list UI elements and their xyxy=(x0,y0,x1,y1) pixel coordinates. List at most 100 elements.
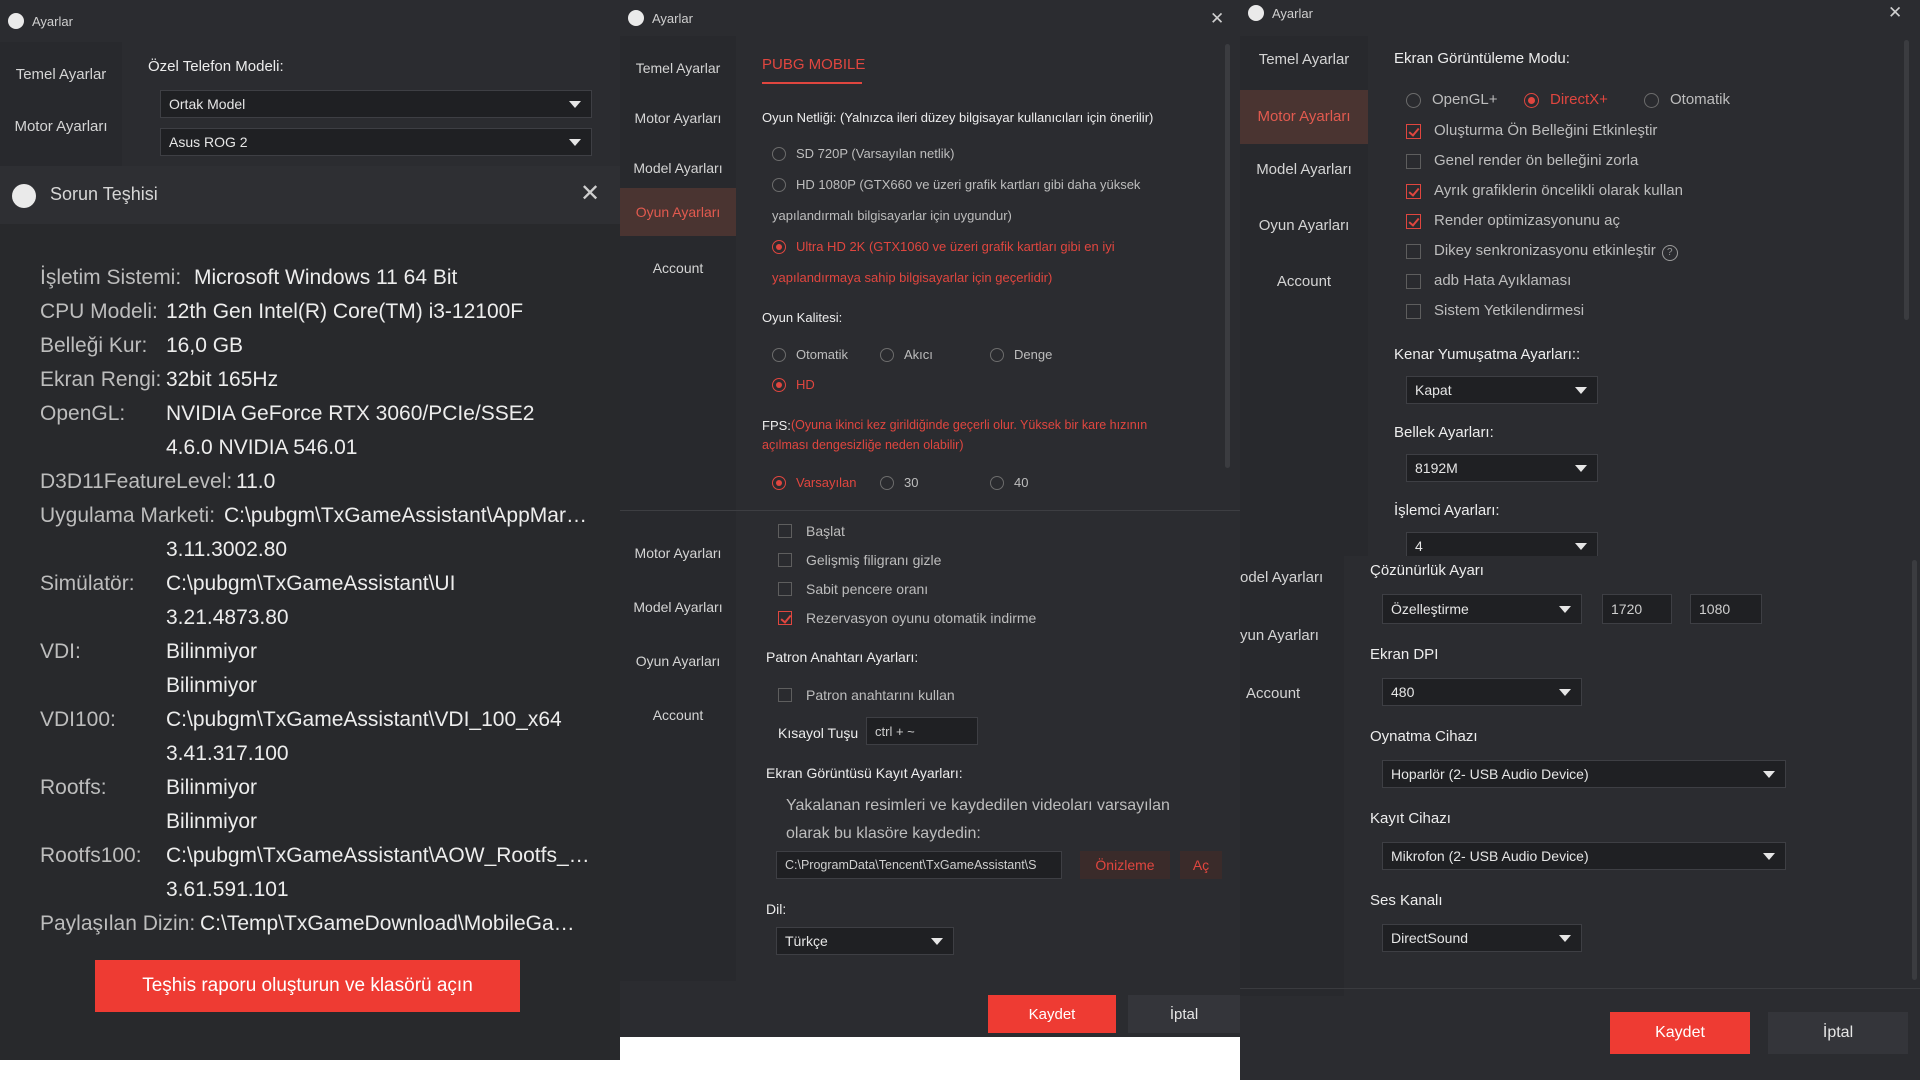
sysauth-checkbox[interactable] xyxy=(1406,304,1421,319)
open-button[interactable]: Aç xyxy=(1180,851,1222,879)
quality-smooth-label: Akıcı xyxy=(904,347,933,362)
quality-hd-radio[interactable] xyxy=(772,378,786,392)
watermark-checkbox[interactable] xyxy=(778,553,792,567)
sidebar-item-account[interactable]: Account xyxy=(620,695,736,735)
rootfs-version: Bilinmiyor xyxy=(166,810,258,833)
chevron-down-icon xyxy=(1559,935,1571,942)
fps-40-label: 40 xyxy=(1014,475,1029,490)
settings-panel-game: Ayarlar ✕ Temel Ayarlar Motor Ayarları M… xyxy=(620,0,1240,510)
scrollbar[interactable] xyxy=(1904,40,1909,320)
start-checkbox[interactable] xyxy=(778,524,792,538)
chevron-down-icon xyxy=(1575,543,1587,550)
save-button[interactable]: Kaydet xyxy=(1610,1012,1750,1054)
sidebar-item-account[interactable]: Account xyxy=(1240,674,1344,714)
color-value: 32bit 165Hz xyxy=(166,368,279,391)
sidebar-item-temel[interactable]: Temel Ayarlar xyxy=(1240,40,1368,80)
sidebar-item-motor[interactable]: Motor Ayarları xyxy=(620,533,736,573)
hotkey-input[interactable]: ctrl + ~ xyxy=(866,717,978,745)
render-auto-radio[interactable] xyxy=(1644,93,1659,108)
quality-balance-radio[interactable] xyxy=(990,348,1004,362)
render-directx-radio[interactable] xyxy=(1524,93,1539,108)
discrete-gpu-checkbox[interactable] xyxy=(1406,184,1421,199)
force-cache-label: Genel render ön belleğini zorla xyxy=(1434,152,1639,169)
resolution-select[interactable]: Özelleştirme xyxy=(1382,594,1582,624)
sidebar-item-temel[interactable]: Temel Ayarlar xyxy=(0,60,122,90)
memory-label: Bellek Ayarları: xyxy=(1394,424,1494,441)
sidebar-item-oyun[interactable]: Oyun Ayarları xyxy=(1240,206,1368,246)
memory-select[interactable]: 8192M xyxy=(1406,454,1598,482)
dpi-select[interactable]: 480 xyxy=(1382,678,1582,706)
sidebar-item-temel[interactable]: Temel Ayarlar xyxy=(620,48,736,88)
fixed-ratio-checkbox[interactable] xyxy=(778,582,792,596)
boss-key-checkbox[interactable] xyxy=(778,688,792,702)
phone-model-label: Özel Telefon Modeli: xyxy=(148,58,284,75)
sidebar-item-model[interactable]: Model Ayarları xyxy=(1240,150,1368,190)
quality-smooth-radio[interactable] xyxy=(880,348,894,362)
prebuffer-checkbox[interactable] xyxy=(1406,124,1421,139)
ram-value: 16,0 GB xyxy=(166,334,244,357)
res-hd-radio[interactable] xyxy=(772,178,786,192)
scrollbar[interactable] xyxy=(1912,560,1917,980)
discrete-gpu-label: Ayrık grafiklerin öncelikli olarak kulla… xyxy=(1434,182,1683,199)
cancel-button[interactable]: İptal xyxy=(1128,995,1240,1033)
capture-path-input[interactable]: C:\ProgramData\Tencent\TxGameAssistant\S xyxy=(776,851,1062,879)
diagnosis-dialog: Sorun Teşhisi ✕ İşletim Sistemi: Microso… xyxy=(0,166,620,1060)
quality-auto-radio[interactable] xyxy=(772,348,786,362)
close-icon[interactable]: ✕ xyxy=(580,182,600,206)
tab-pubg-mobile[interactable]: PUBG MOBILE xyxy=(762,56,865,73)
capture-desc-cont: olarak bu klasöre kaydedin: xyxy=(786,825,981,842)
sidebar-item-motor[interactable]: Motor Ayarları xyxy=(1240,90,1368,144)
d3d-label: D3D11FeatureLevel: xyxy=(40,470,233,493)
sidebar: Temel Ayarlar Motor Ayarları Model Ayarl… xyxy=(620,36,736,510)
opengl-value: NVIDIA GeForce RTX 3060/PCIe/SSE2 xyxy=(166,402,535,425)
playback-device-select[interactable]: Hoparlör (2- USB Audio Device) xyxy=(1382,760,1786,788)
close-icon[interactable]: ✕ xyxy=(1210,10,1224,27)
sidebar-item-model[interactable]: Model Ayarları xyxy=(620,587,736,627)
cancel-button[interactable]: İptal xyxy=(1768,1012,1908,1054)
adb-label: adb Hata Ayıklaması xyxy=(1434,272,1572,289)
res-uhd-radio[interactable] xyxy=(772,240,786,254)
fps-30-radio[interactable] xyxy=(880,476,894,490)
sidebar-item-oyun[interactable]: Oyun Ayarları xyxy=(620,188,736,236)
force-cache-checkbox[interactable] xyxy=(1406,154,1421,169)
fps-default-radio[interactable] xyxy=(772,476,786,490)
render-optimize-checkbox[interactable] xyxy=(1406,214,1421,229)
sidebar-item-model[interactable]: odel Ayarları xyxy=(1240,558,1344,598)
scrollbar[interactable] xyxy=(1225,44,1230,468)
sidebar-item-oyun[interactable]: Oyun Ayarları xyxy=(620,641,736,681)
language-select[interactable]: Türkçe xyxy=(776,927,954,955)
fps-default-label: Varsayılan xyxy=(796,475,857,490)
resolution-height-input[interactable]: 1080 xyxy=(1690,594,1762,624)
create-report-button[interactable]: Teşhis raporu oluşturun ve klasörü açın xyxy=(95,960,520,1012)
antialias-select[interactable]: Kapat xyxy=(1406,376,1598,404)
sidebar-item-account[interactable]: Account xyxy=(1240,262,1368,302)
help-icon[interactable]: ? xyxy=(1661,245,1678,261)
sidebar-item-account[interactable]: Account xyxy=(620,248,736,288)
resolution-width-input[interactable]: 1720 xyxy=(1602,594,1672,624)
close-icon[interactable]: ✕ xyxy=(1888,4,1902,21)
rootfs-value: Bilinmiyor xyxy=(166,776,258,799)
render-opengl-radio[interactable] xyxy=(1406,93,1421,108)
sidebar-item-model[interactable]: Model Ayarları xyxy=(620,148,736,188)
cpu-settings-label: İşlemci Ayarları: xyxy=(1394,502,1500,519)
reserve-checkbox[interactable] xyxy=(778,611,792,625)
fps-40-radio[interactable] xyxy=(990,476,1004,490)
titlebar: Ayarlar xyxy=(0,0,620,42)
cpu-settings-select[interactable]: 4 xyxy=(1406,532,1598,556)
res-sd-radio[interactable] xyxy=(772,147,786,161)
sidebar-item-motor[interactable]: Motor Ayarları xyxy=(0,112,122,142)
preview-button[interactable]: Önizleme xyxy=(1080,851,1170,879)
vdi100-version: 3.41.317.100 xyxy=(166,742,289,765)
sidebar-item-oyun[interactable]: yun Ayarları xyxy=(1240,616,1344,656)
footer-divider xyxy=(1240,988,1920,989)
sidebar-item-motor[interactable]: Motor Ayarları xyxy=(620,98,736,138)
record-device-select[interactable]: Mikrofon (2- USB Audio Device) xyxy=(1382,842,1786,870)
vsync-checkbox[interactable] xyxy=(1406,244,1421,259)
save-button[interactable]: Kaydet xyxy=(988,995,1116,1033)
quality-label: Oyun Kalitesi: xyxy=(762,310,843,325)
phone-model-select[interactable]: Ortak Model xyxy=(160,90,592,118)
adb-checkbox[interactable] xyxy=(1406,274,1421,289)
audio-channel-select[interactable]: DirectSound xyxy=(1382,924,1582,952)
phone-select[interactable]: Asus ROG 2 xyxy=(160,128,592,156)
sidebar: Temel Ayarlar Motor Ayarları Model Ayarl… xyxy=(1240,36,1368,556)
